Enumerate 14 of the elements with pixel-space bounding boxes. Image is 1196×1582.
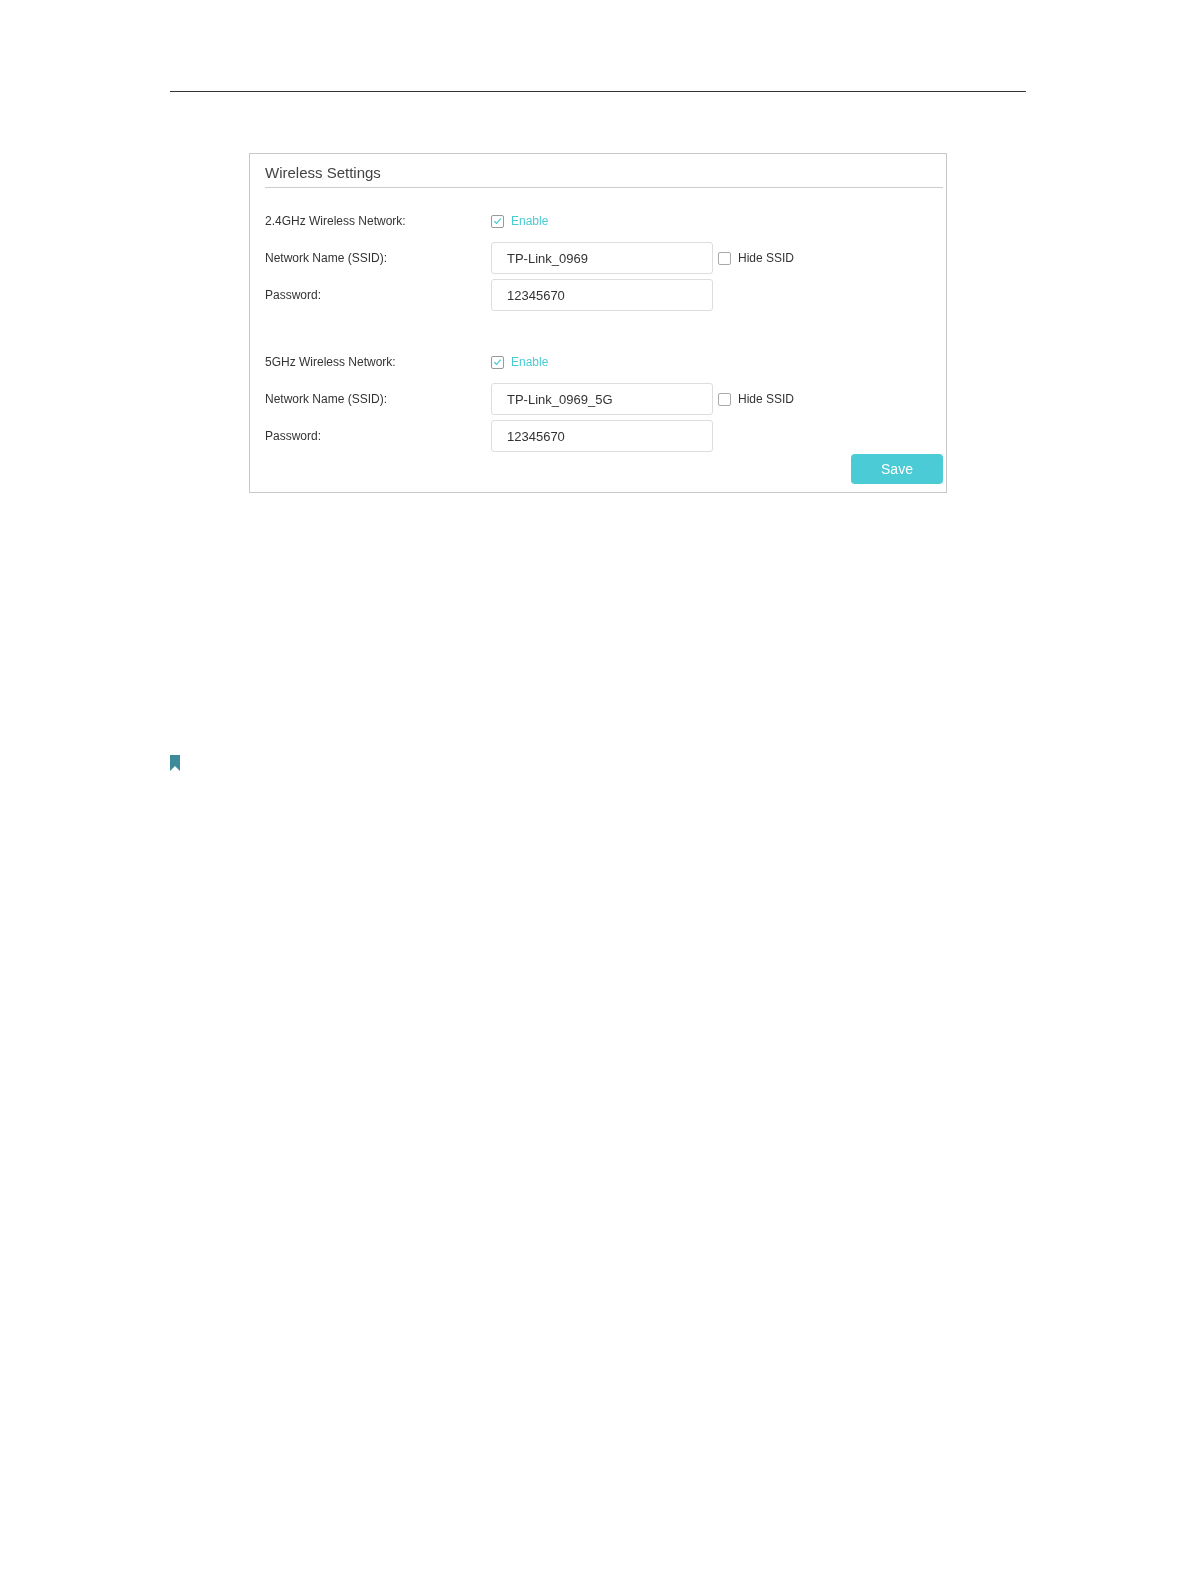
panel-title: Wireless Settings xyxy=(265,154,943,188)
ssid-label: Network Name (SSID): xyxy=(265,251,389,265)
password-label: Password: xyxy=(265,429,323,443)
hide-ssid-checkbox[interactable]: Hide SSID xyxy=(718,251,795,265)
ssid-field[interactable]: TP-Link_0969 xyxy=(491,242,713,274)
password-label: Password: xyxy=(265,288,323,302)
network-label: 5GHz Wireless Network: xyxy=(265,355,397,369)
bookmark-icon xyxy=(170,755,180,771)
network-label: 2.4GHz Wireless Network: xyxy=(265,214,407,228)
ssid-field[interactable]: TP-Link_0969_5G xyxy=(491,383,713,415)
password-field[interactable]: 12345670 xyxy=(491,420,713,452)
hide-ssid-checkbox[interactable]: Hide SSID xyxy=(718,392,795,406)
ssid-label: Network Name (SSID): xyxy=(265,392,389,406)
password-field[interactable]: 12345670 xyxy=(491,279,713,311)
